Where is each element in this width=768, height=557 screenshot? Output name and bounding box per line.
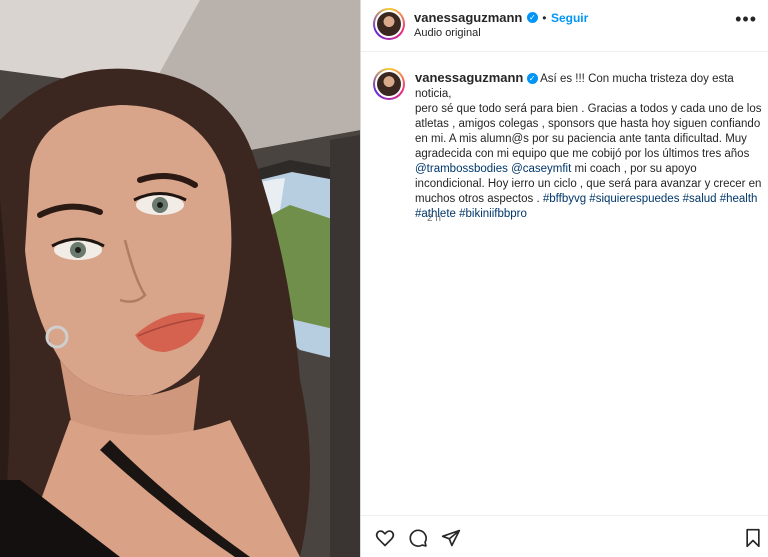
caption-line: atletas , amigos colegas , sponsors que … xyxy=(415,118,761,130)
caption-line: pero sé que todo será para bien . Gracia… xyxy=(415,103,762,115)
share-icon[interactable] xyxy=(441,528,461,548)
separator-dot: • xyxy=(542,11,547,25)
action-bar xyxy=(361,515,768,557)
heart-icon[interactable] xyxy=(375,528,395,548)
post-media[interactable] xyxy=(0,0,360,557)
caption-line: agradecida con mi equipo que me cobijó p… xyxy=(415,148,750,160)
hashtag-links[interactable]: #bffbyvg #siquierespuedes #salud #health xyxy=(543,193,758,205)
caption-avatar[interactable] xyxy=(373,68,405,100)
caption-line: incondicional. Hoy ierro un ciclo , que … xyxy=(415,178,762,190)
follow-button[interactable]: Seguir xyxy=(551,11,588,25)
caption-line: en mi. A mis alumn@s por su paciencia an… xyxy=(415,133,747,145)
caption-username[interactable]: vanessaguzmann xyxy=(415,70,523,85)
avatar[interactable] xyxy=(373,8,405,40)
bookmark-icon[interactable] xyxy=(743,528,763,548)
comment-icon[interactable] xyxy=(408,528,428,548)
caption-line: mi coach , por su apoyo xyxy=(571,163,697,175)
post-panel: vanessaguzmann ✓ • Seguir Audio original… xyxy=(360,0,768,557)
post-time[interactable]: 2 h xyxy=(427,213,441,224)
header-username[interactable]: vanessaguzmann xyxy=(414,10,522,25)
post-header: vanessaguzmann ✓ • Seguir Audio original… xyxy=(361,0,768,52)
audio-label[interactable]: Audio original xyxy=(414,27,481,39)
verified-badge-icon: ✓ xyxy=(526,12,538,24)
verified-badge-icon: ✓ xyxy=(526,73,538,85)
mention-link[interactable]: @trambossbodies xyxy=(415,163,508,175)
selfie-image xyxy=(0,0,360,557)
more-horizontal-icon[interactable]: ••• xyxy=(735,10,757,28)
caption-text: vanessaguzmann ✓ Así es !!! Con mucha tr… xyxy=(415,70,763,222)
caption-line: muchos otros aspectos . xyxy=(415,193,543,205)
mention-link[interactable]: @caseymfit xyxy=(511,163,571,175)
